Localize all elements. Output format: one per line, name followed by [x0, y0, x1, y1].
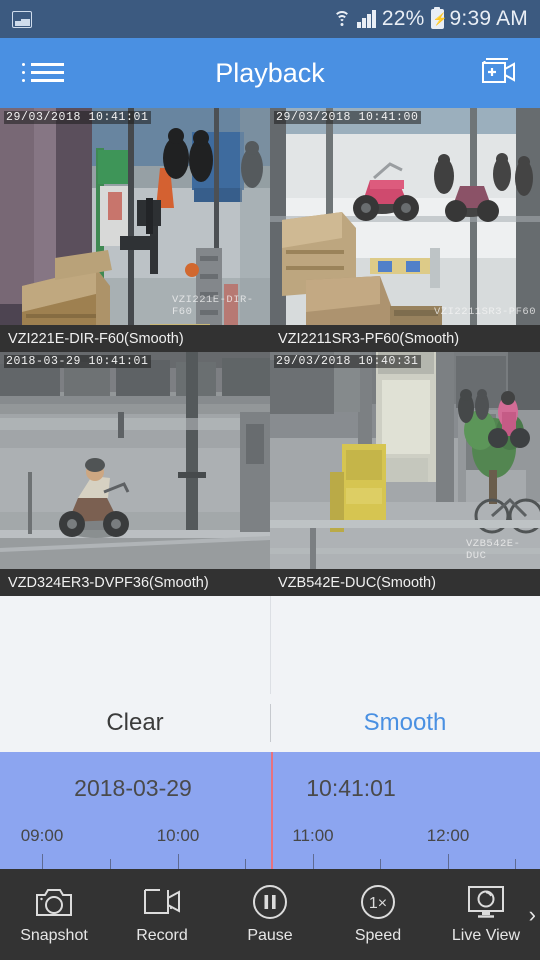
timeline-hour-label: 12:00: [426, 826, 470, 845]
monitor-icon: [466, 884, 506, 920]
wifi-icon: [332, 10, 351, 28]
camera-cell-1[interactable]: 29/03/2018 10:41:01 VZI221E-DIR-F60 VZI2…: [0, 108, 270, 352]
timeline-tick: [110, 859, 112, 869]
camera-timestamp: 2018-03-29 10:41:01: [4, 355, 151, 368]
timeline-tick: [42, 854, 44, 869]
toolbar-snapshot-button[interactable]: Snapshot: [0, 884, 108, 945]
toolbar-speed-button[interactable]: 1× Speed: [324, 884, 432, 945]
camera-timestamp: 29/03/2018 10:41:00: [274, 111, 421, 124]
camera-watermark: VZB542E-DUC: [466, 538, 521, 562]
pause-circle-icon: [252, 884, 288, 920]
camera-timestamp: 29/03/2018 10:40:31: [274, 355, 421, 368]
camera-label: VZI2211SR3-PF60(Smooth): [270, 325, 540, 352]
toolbar-label: Snapshot: [20, 927, 88, 944]
camera-watermark: VZI2211SR3-PF60: [434, 306, 537, 318]
camera-video-3: [0, 352, 270, 596]
chevron-right-icon[interactable]: ›: [529, 903, 536, 926]
tab-smooth[interactable]: Smooth: [270, 709, 540, 737]
timeline-hour-labels: 09:00 10:00 11:00 12:00: [0, 826, 540, 850]
speed-1x-icon: 1×: [360, 884, 396, 920]
timeline-tick: [515, 859, 517, 869]
camera-icon: [35, 884, 73, 920]
content-spacer: [0, 596, 540, 694]
timeline-tick: [380, 859, 382, 869]
status-clock: 9:39 AM: [449, 7, 528, 30]
camera-label: VZD324ER3-DVPF36(Smooth): [0, 569, 270, 596]
timeline-hour-label: 09:00: [20, 826, 64, 845]
camera-label: VZI221E-DIR-F60(Smooth): [0, 325, 270, 352]
playback-timeline[interactable]: 2018-03-29 10:41:01 09:00 10:00 11:00 12:00: [0, 752, 540, 869]
signal-bars-icon: [357, 10, 376, 28]
toolbar-pause-button[interactable]: Pause: [216, 884, 324, 945]
timeline-readout: 2018-03-29 10:41:01: [0, 752, 540, 824]
photo-icon: [12, 10, 32, 28]
tab-divider: [270, 704, 271, 742]
timeline-date-label: 2018-03-29: [74, 774, 192, 801]
battery-charging-icon: [430, 9, 444, 29]
timeline-playhead[interactable]: [271, 752, 273, 869]
toolbar-label: Pause: [247, 927, 293, 944]
add-camera-icon[interactable]: [474, 55, 520, 91]
camera-cell-2[interactable]: 29/03/2018 10:41:00 VZI2211SR3-PF60 VZI2…: [270, 108, 540, 352]
toolbar-label: Live View: [451, 927, 521, 944]
timeline-hour-label: 10:00: [156, 826, 200, 845]
camera-cell-4[interactable]: 29/03/2018 10:40:31 VZB542E-DUC VZB542E-…: [270, 352, 540, 596]
playback-toolbar: Snapshot Record Pause 1× Speed Live View…: [0, 869, 540, 960]
status-bar: 22% 9:39 AM: [0, 0, 540, 38]
battery-percent-label: 22%: [381, 7, 425, 30]
toolbar-label: Speed: [354, 927, 402, 944]
timeline-time-label: 10:41:01: [306, 774, 396, 801]
tab-clear[interactable]: Clear: [0, 709, 270, 737]
timeline-hour-label: 11:00: [292, 826, 334, 845]
video-camera-icon: [142, 884, 182, 920]
app-header: Playback: [0, 38, 540, 108]
camera-watermark: VZI221E-DIR-F60: [172, 294, 254, 318]
camera-grid: 29/03/2018 10:41:01 VZI221E-DIR-F60 VZI2…: [0, 108, 540, 596]
timeline-tick: [178, 854, 180, 869]
list-menu-icon[interactable]: [22, 58, 64, 88]
status-bar-right: 22% 9:39 AM: [332, 7, 528, 31]
status-bar-left: [12, 10, 32, 28]
timeline-tick: [313, 854, 315, 869]
timeline-ticks: [0, 853, 540, 869]
camera-timestamp: 29/03/2018 10:41:01: [4, 111, 151, 124]
toolbar-live-view-button[interactable]: Live View: [432, 884, 540, 945]
camera-label: VZB542E-DUC(Smooth): [270, 569, 540, 596]
stream-quality-tabs: Clear Smooth: [0, 694, 540, 752]
svg-text:1×: 1×: [369, 895, 387, 912]
timeline-tick: [245, 859, 247, 869]
camera-cell-3[interactable]: 2018-03-29 10:41:01 VZD324ER3-DVPF36(Smo…: [0, 352, 270, 596]
toolbar-record-button[interactable]: Record: [108, 884, 216, 945]
timeline-tick: [448, 854, 450, 869]
toolbar-label: Record: [136, 927, 188, 944]
page-title: Playback: [215, 57, 325, 88]
